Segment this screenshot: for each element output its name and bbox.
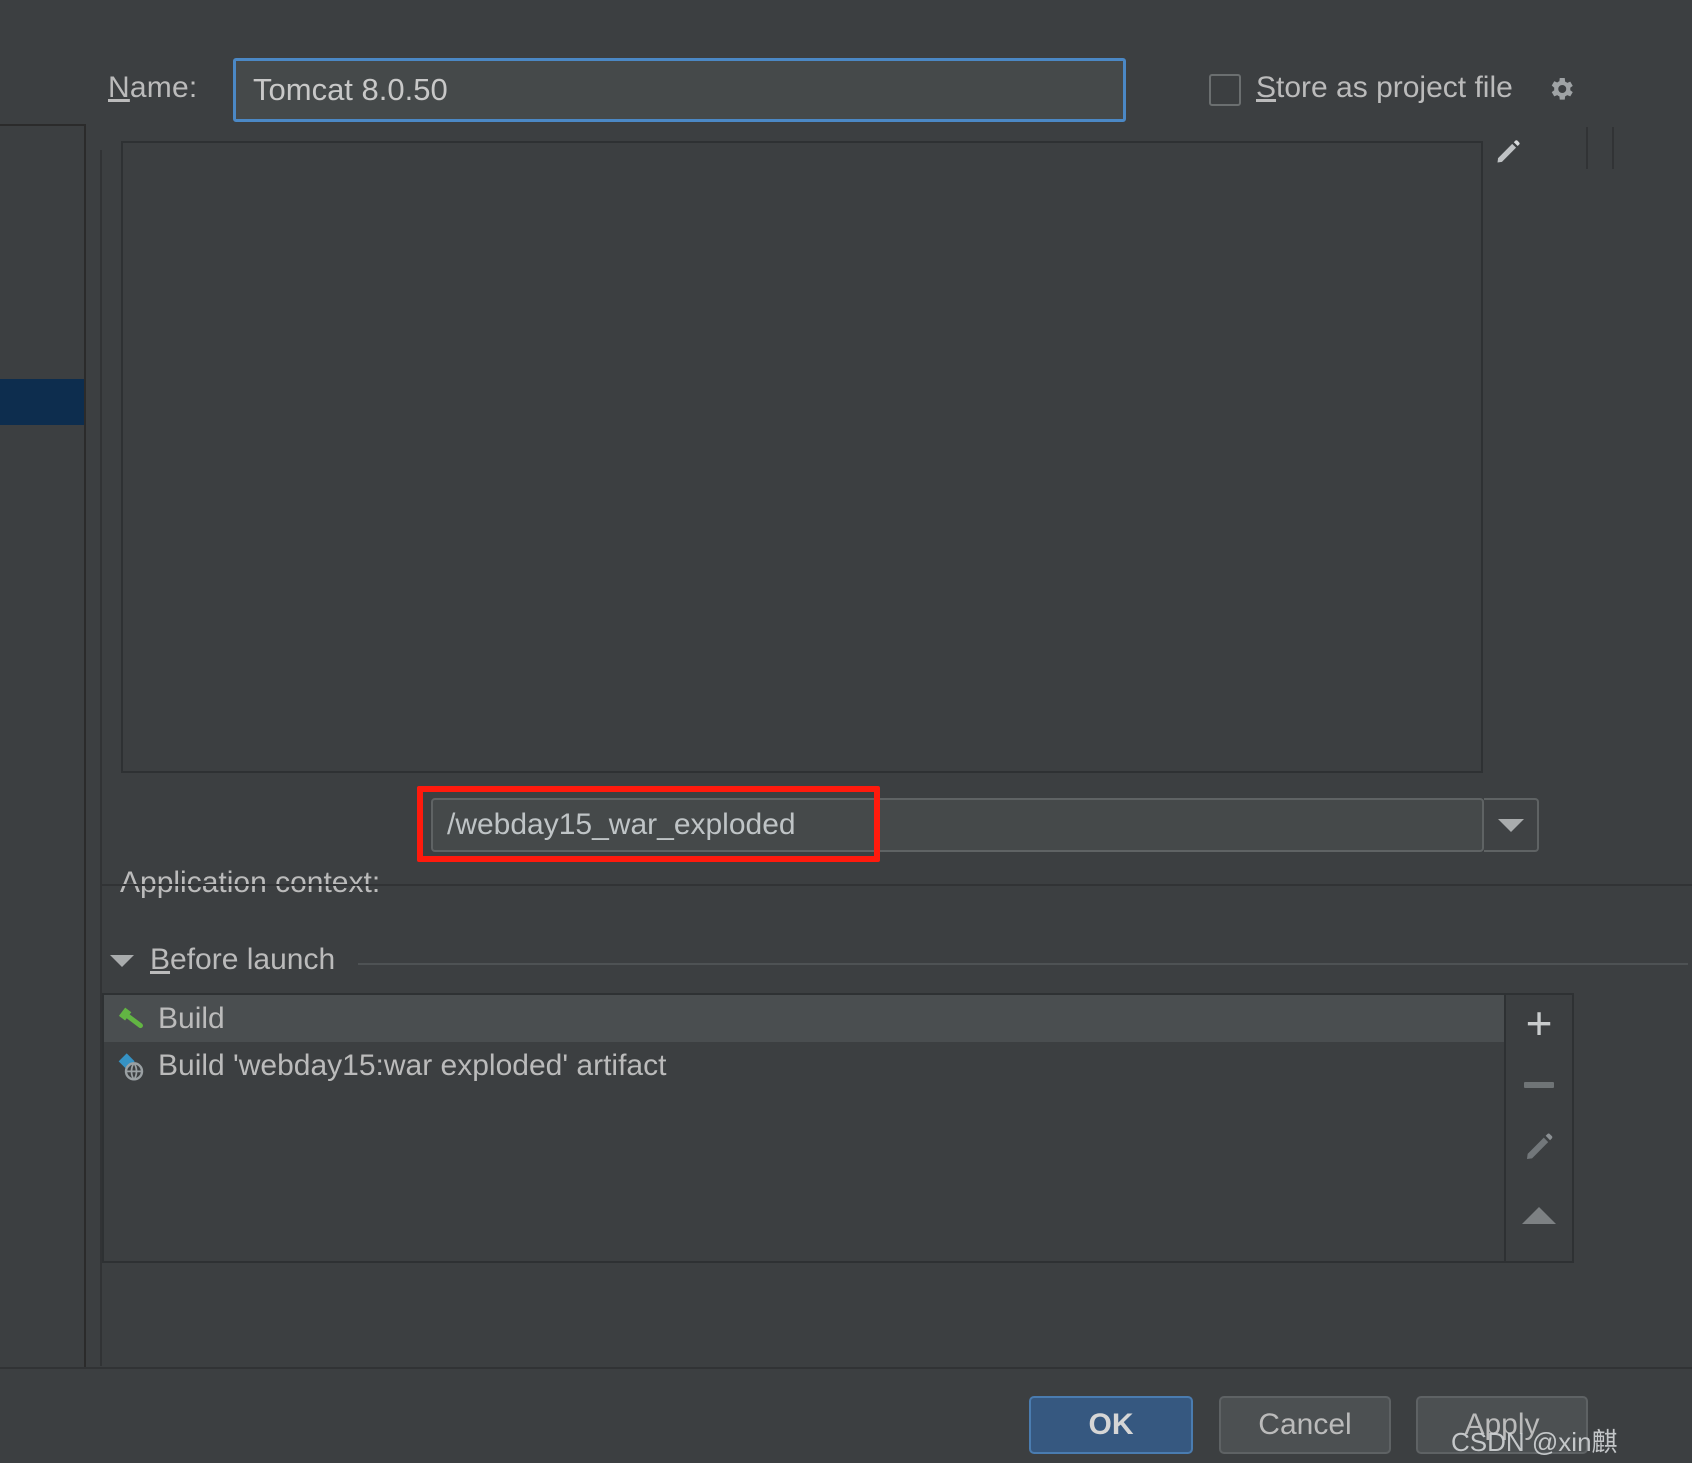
before-launch-title-mnemonic: B — [150, 943, 171, 976]
store-label-mnemonic: S — [1256, 71, 1277, 104]
watermark: CSDN @xin麒 — [1451, 1427, 1618, 1457]
sidebar-selected-item[interactable] — [0, 379, 84, 425]
name-label: Name: — [108, 71, 197, 105]
list-item[interactable]: Build — [104, 995, 1504, 1042]
add-task-button[interactable]: + — [1506, 995, 1572, 1051]
name-input-wrapper[interactable] — [233, 58, 1126, 122]
before-launch-task-list[interactable]: Build Build 'webday15:war exploded' arti… — [102, 993, 1506, 1263]
gear-icon[interactable] — [1546, 74, 1576, 104]
artifact-icon — [112, 1048, 148, 1084]
store-as-project-file-checkbox[interactable] — [1209, 74, 1241, 106]
pencil-icon[interactable] — [1494, 138, 1522, 166]
application-context-dropdown-button[interactable] — [1484, 798, 1539, 852]
panel-rule-left — [1586, 127, 1588, 169]
name-label-mnemonic: N — [108, 71, 130, 104]
list-item[interactable]: Build 'webday15:war exploded' artifact — [104, 1042, 1504, 1089]
panel-rule-right — [1612, 127, 1614, 169]
remove-task-button[interactable] — [1506, 1057, 1572, 1113]
application-context-label: Application context: — [120, 866, 381, 899]
arrow-up-icon — [1522, 1206, 1556, 1224]
move-up-button[interactable] — [1506, 1187, 1572, 1243]
list-item-label: Build 'webday15:war exploded' artifact — [158, 1048, 667, 1082]
application-context-highlight-box — [417, 786, 880, 862]
before-launch-header[interactable]: Before launch — [110, 943, 1688, 983]
store-label-rest: tore as project file — [1276, 71, 1513, 104]
before-launch-toolbar: + — [1506, 993, 1574, 1263]
pencil-icon — [1523, 1131, 1555, 1168]
store-as-project-file-label[interactable]: Store as project file — [1256, 71, 1513, 105]
before-launch-title-rest: efore launch — [170, 943, 336, 976]
before-launch-title: Before launch — [150, 943, 335, 977]
settings-sidebar[interactable] — [0, 124, 86, 1369]
plus-icon: + — [1525, 997, 1553, 1049]
minus-icon — [1524, 1082, 1554, 1088]
ok-button[interactable]: OK — [1029, 1396, 1193, 1454]
section-divider — [100, 884, 1692, 886]
bottom-divider — [0, 1367, 1692, 1369]
server-settings-panel — [121, 141, 1483, 773]
before-launch-rule — [358, 963, 1688, 965]
name-label-rest: ame: — [129, 71, 198, 104]
hammer-icon — [112, 1001, 148, 1037]
name-input[interactable] — [236, 72, 1123, 108]
edit-task-button[interactable] — [1506, 1121, 1572, 1177]
triangle-down-icon[interactable] — [110, 955, 134, 967]
list-item-label: Build — [158, 1001, 225, 1035]
chevron-down-icon — [1497, 818, 1524, 832]
cancel-button[interactable]: Cancel — [1219, 1396, 1391, 1454]
